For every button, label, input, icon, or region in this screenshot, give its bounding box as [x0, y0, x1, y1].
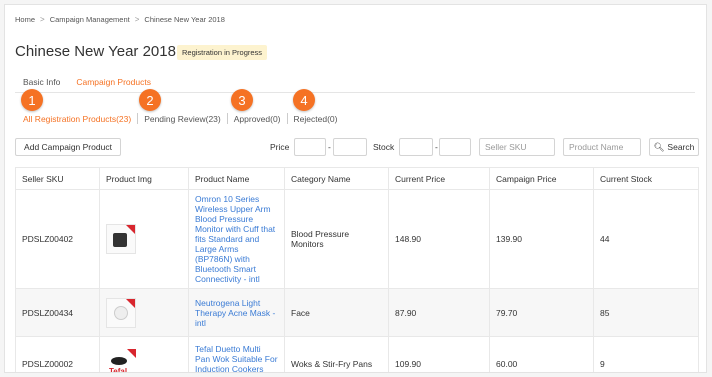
subtab-approved[interactable]: Approved(0) [228, 114, 287, 124]
table-header-row: Seller SKU Product Img Product Name Cate… [15, 167, 699, 190]
product-link[interactable]: Tefal Duetto Multi Pan Wok Suitable For … [195, 344, 278, 373]
price-range-dash: - [328, 142, 331, 152]
breadcrumb-current: Chinese New Year 2018 [144, 15, 225, 24]
tab-divider [15, 92, 695, 93]
cell-name: Neutrogena Light Therapy Acne Mask - int… [188, 288, 285, 337]
cell-sku: PDSLZ00434 [15, 288, 100, 337]
subtab-pending[interactable]: Pending Review(23) [138, 114, 227, 124]
step-marker-2: 2 [139, 89, 161, 111]
cell-category: Face [284, 288, 389, 337]
seller-sku-input[interactable]: Seller SKU [479, 138, 555, 156]
cell-category: Woks & Stir-Fry Pans [284, 336, 389, 372]
price-min-input[interactable] [294, 138, 326, 156]
product-link[interactable]: Neutrogena Light Therapy Acne Mask - int… [195, 298, 278, 328]
subtab-rejected[interactable]: Rejected(0) [288, 114, 344, 124]
status-subtabs: All Registration Products(23) Pending Re… [23, 113, 343, 124]
step-marker-3: 3 [231, 89, 253, 111]
chevron-right-icon: > [40, 15, 45, 24]
subtab-all[interactable]: All Registration Products(23) [23, 114, 137, 124]
stock-range-dash: - [435, 142, 438, 152]
table-row: PDSLZ00402 Omron 10 Series Wireless Uppe… [15, 189, 699, 289]
col-category-name: Category Name [284, 167, 389, 190]
cell-img: Tefal [99, 336, 189, 373]
col-current-stock: Current Stock [593, 167, 699, 190]
page-title: Chinese New Year 2018 [15, 43, 176, 60]
cell-campaign-price: 139.90 [489, 189, 594, 289]
col-product-name: Product Name [188, 167, 285, 190]
cell-campaign-price: 60.00 [489, 336, 594, 372]
campaign-products-table: Seller SKU Product Img Product Name Cate… [15, 167, 699, 373]
price-label: Price [270, 142, 290, 152]
cell-current-price: 148.90 [388, 189, 490, 289]
product-name-input[interactable]: Product Name [563, 138, 641, 156]
promo-ribbon-icon [127, 348, 136, 358]
status-badge: Registration in Progress [177, 45, 268, 60]
promo-ribbon-icon [126, 298, 135, 308]
step-marker-4: 4 [293, 89, 315, 111]
search-button-label: Search [667, 142, 695, 152]
cell-stock: 44 [593, 189, 699, 289]
search-button[interactable]: 🔍︎ Search [649, 138, 699, 156]
cell-stock: 85 [593, 288, 699, 337]
product-thumbnail[interactable] [106, 224, 136, 254]
price-max-input[interactable] [333, 138, 367, 156]
cell-sku: PDSLZ00002 [15, 336, 100, 372]
table-row: PDSLZ00002 Tefal Tefal Duetto Multi Pan … [15, 336, 699, 373]
search-icon: 🔍︎ [653, 141, 665, 152]
cell-img [99, 288, 189, 337]
table-row: PDSLZ00434 Neutrogena Light Therapy Acne… [15, 288, 699, 337]
stock-min-input[interactable] [399, 138, 433, 156]
col-current-price: Current Price [388, 167, 490, 190]
pan-icon [111, 356, 127, 365]
col-seller-sku: Seller SKU [15, 167, 100, 190]
product-thumbnail[interactable] [106, 297, 136, 328]
cell-sku: PDSLZ00402 [15, 189, 100, 289]
breadcrumb-campaign-management[interactable]: Campaign Management [50, 15, 130, 24]
chevron-right-icon: > [134, 15, 140, 24]
stock-label: Stock [373, 142, 395, 152]
campaign-page: Home > Campaign Management > Chinese New… [4, 4, 707, 373]
tab-bar: Basic Info Campaign Products [15, 75, 159, 91]
add-campaign-product-button[interactable]: Add Campaign Product [15, 138, 121, 156]
filter-toolbar: Add Campaign Product Price - Stock - Sel… [15, 138, 699, 158]
cell-campaign-price: 79.70 [489, 288, 594, 337]
stock-max-input[interactable] [439, 138, 471, 156]
monitor-device-icon [113, 233, 127, 247]
product-link[interactable]: Omron 10 Series Wireless Upper Arm Blood… [195, 194, 278, 284]
breadcrumb-home[interactable]: Home [15, 15, 35, 24]
product-thumbnail[interactable]: Tefal [106, 348, 136, 373]
cell-name: Tefal Duetto Multi Pan Wok Suitable For … [188, 336, 285, 373]
tab-basic-info[interactable]: Basic Info [15, 75, 68, 91]
cell-stock: 9 [593, 336, 699, 372]
cell-current-price: 109.90 [388, 336, 490, 372]
tefal-logo: Tefal [109, 366, 128, 373]
col-product-img: Product Img [99, 167, 189, 190]
breadcrumb: Home > Campaign Management > Chinese New… [15, 15, 225, 24]
mask-icon [114, 305, 128, 320]
cell-current-price: 87.90 [388, 288, 490, 337]
cell-category: Blood Pressure Monitors [284, 189, 389, 289]
promo-ribbon-icon [126, 225, 135, 234]
cell-name: Omron 10 Series Wireless Upper Arm Blood… [188, 189, 285, 289]
cell-img [99, 189, 189, 289]
step-marker-1: 1 [21, 89, 43, 111]
col-campaign-price: Campaign Price [489, 167, 594, 190]
tab-campaign-products[interactable]: Campaign Products [68, 75, 159, 91]
